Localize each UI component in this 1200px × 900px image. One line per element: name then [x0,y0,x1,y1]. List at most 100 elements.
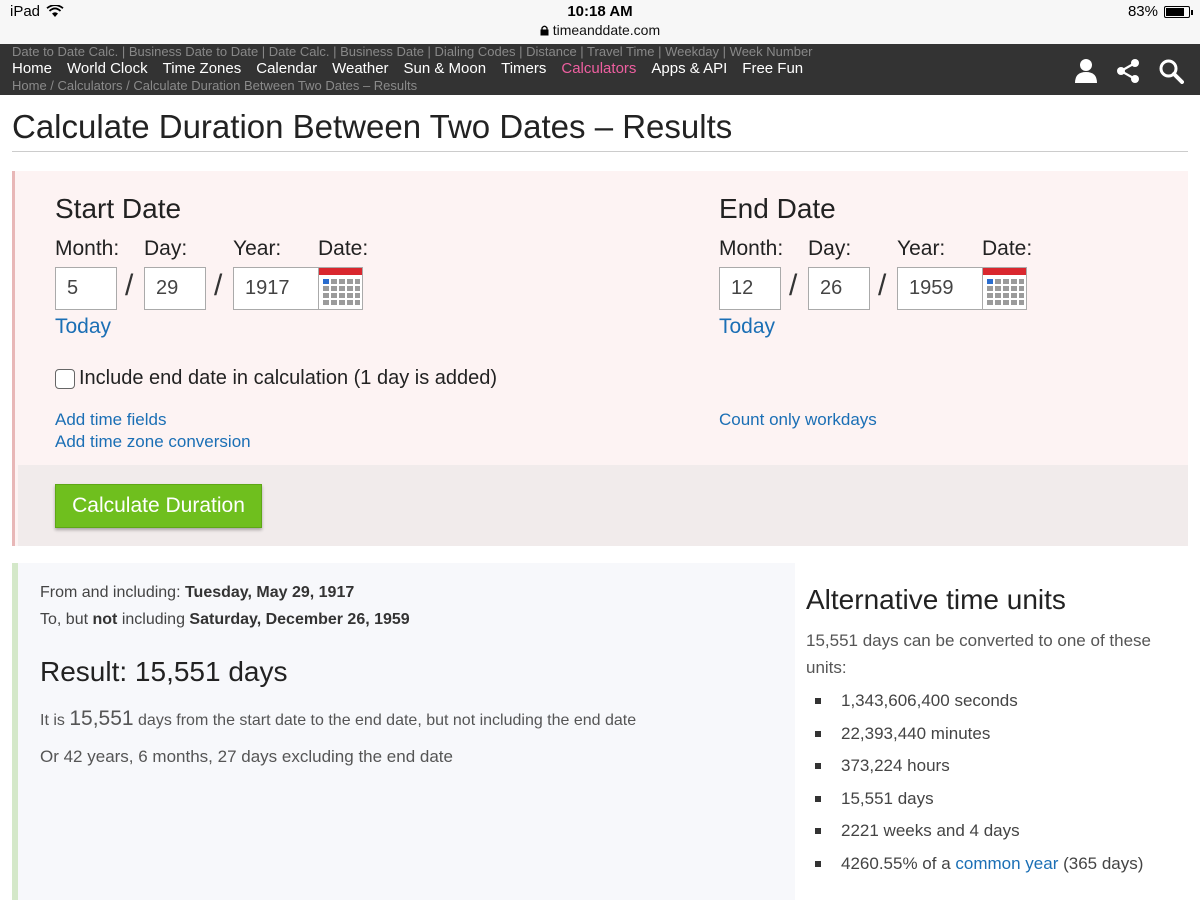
nav-item-world-clock[interactable]: World Clock [67,60,148,77]
add-time-fields-link[interactable]: Add time fields [55,410,167,430]
alt-unit-text: 1,343,606,400 seconds [841,691,1018,711]
user-icon[interactable] [1074,58,1098,84]
subnav-item[interactable]: Week Number [730,44,813,59]
subnav-item[interactable]: Weekday [665,44,719,59]
end-year-input[interactable]: 1959 [897,267,983,310]
start-month-label: Month: [55,237,120,260]
alt-unit-text: 373,224 hours [841,756,950,776]
alt-unit-item: 373,224 hours [815,750,1143,783]
nav-item-weather[interactable]: Weather [332,60,388,77]
start-date-label: Date: [318,237,369,260]
subnav-item[interactable]: Distance [526,44,577,59]
start-month-input[interactable]: 5 [55,267,117,310]
subnav-item[interactable]: Business Date to Date [129,44,258,59]
start-day-label: Day: [144,237,188,260]
end-day-input[interactable]: 26 [808,267,870,310]
alternative-units-intro: 15,551 days can be converted to one of t… [806,631,1151,677]
common-year-link[interactable]: common year [955,854,1058,874]
start-slash-1: / [125,269,134,302]
share-icon[interactable] [1116,58,1140,84]
battery-fill [1166,7,1185,16]
end-slash-1: / [789,269,798,302]
start-today-link[interactable]: Today [55,315,111,339]
bullet-icon [815,795,821,802]
calculate-duration-button[interactable]: Calculate Duration [55,484,262,528]
subnav-item[interactable]: Business Date [340,44,424,59]
result-desc-prefix: It is [40,712,65,729]
subnav-item[interactable]: Dialing Codes [435,44,516,59]
alt-unit-item: 22,393,440 minutes [815,718,1143,751]
include-end-date-label: Include end date in calculation (1 day i… [79,367,498,389]
end-slash-2: / [878,269,887,302]
end-date-heading: End Date [719,193,836,224]
subnav-separator: | [576,44,588,59]
nav-item-time-zones[interactable]: Time Zones [163,60,242,77]
result-headline: Result: 15,551 days [40,656,288,687]
end-calendar-icon[interactable] [982,267,1027,310]
start-date-group: Start Date [55,193,181,225]
bullet-icon [815,698,821,705]
url-text: timeanddate.com [552,22,661,38]
nav-item-timers[interactable]: Timers [501,60,546,77]
alt-unit-text: 4260.55% of a [841,853,951,873]
start-slash-2: / [214,269,223,302]
status-right: 83% [1127,3,1193,20]
end-month-input[interactable]: 12 [719,267,781,310]
result-desc-suffix: days from the start date to the end date… [138,712,637,729]
start-year-label: Year: [233,237,282,260]
alt-unit-suffix: (365 days) [1063,853,1144,873]
result-panel: From and including: Tuesday, May 29, 191… [12,563,795,900]
lock-icon [540,25,549,36]
start-day-input[interactable]: 29 [144,267,206,310]
nav-item-free-fun[interactable]: Free Fun [742,60,803,77]
subnav-separator: | [423,44,435,59]
alt-unit-text: 15,551 days [841,788,934,808]
from-line: From and including: Tuesday, May 29, 191… [40,584,354,602]
alt-unit-item: 4260.55% of a common year (365 days) [815,848,1143,881]
include-end-date-checkbox[interactable] [55,368,75,389]
search-icon[interactable] [1158,58,1184,84]
nav-item-calculators[interactable]: Calculators [561,60,636,77]
subnav-item[interactable]: Date Calc. [269,44,330,59]
nav-item-apps-api[interactable]: Apps & API [651,60,727,77]
start-date-heading: Start Date [55,193,182,224]
end-today-link[interactable]: Today [719,315,775,339]
subnav-separator: | [719,44,730,59]
alt-unit-item: 15,551 days [815,783,1143,816]
count-workdays-link[interactable]: Count only workdays [719,410,877,430]
add-time-zone-link[interactable]: Add time zone conversion [55,432,251,452]
breadcrumb-calculators[interactable]: Calculators / [58,78,130,93]
page-title: Calculate Duration Between Two Dates – R… [12,108,733,145]
battery-icon [1164,5,1193,18]
sub-nav: Date to Date Calc. | Business Date to Da… [12,44,813,59]
result-description: It is 15,551 days from the start date to… [40,707,636,731]
bullet-icon [815,860,821,867]
subnav-item[interactable]: Date to Date Calc. [12,44,118,59]
alt-unit-text: 2221 weeks and 4 days [841,821,1020,841]
nav-icons [1074,58,1184,84]
bullet-icon [815,763,821,770]
end-day-label: Day: [808,237,852,260]
clock: 10:18 AM [567,3,633,20]
subnav-separator: | [258,44,269,59]
battery-percent: 83% [1127,3,1158,20]
title-divider [12,151,1188,152]
nav-item-home[interactable]: Home [12,60,52,77]
include-end-date-option[interactable]: Include end date in calculation (1 day i… [55,367,497,390]
breadcrumb-home[interactable]: Home / [12,78,54,93]
start-calendar-icon[interactable] [318,267,363,310]
alt-unit-item: 2221 weeks and 4 days [815,815,1143,848]
to-not: not [92,611,118,628]
result-desc-number: 15,551 [69,707,134,730]
alternative-units-title: Alternative time units [806,584,1066,615]
subnav-item[interactable]: Travel Time [587,44,654,59]
start-year-input[interactable]: 1917 [233,267,319,310]
end-year-label: Year: [897,237,946,260]
nav-item-calendar[interactable]: Calendar [256,60,317,77]
site-nav: Date to Date Calc. | Business Date to Da… [0,44,1200,95]
subnav-separator: | [515,44,527,59]
alt-unit-text: 22,393,440 minutes [841,723,991,743]
alt-unit-item: 1,343,606,400 seconds [815,685,1143,718]
url-bar[interactable]: timeanddate.com [0,22,1200,38]
nav-item-sun-moon[interactable]: Sun & Moon [404,60,487,77]
